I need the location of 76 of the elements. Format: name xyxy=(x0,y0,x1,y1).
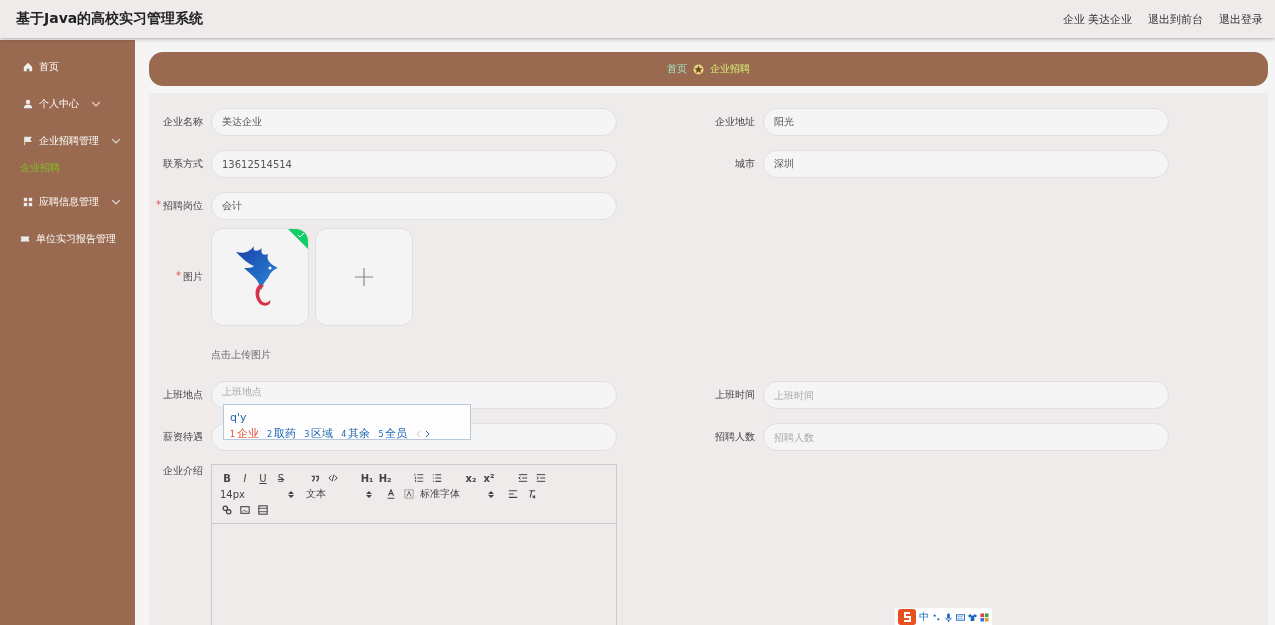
ime-candidate[interactable]: 5 全员 xyxy=(378,426,408,441)
toolbar-button[interactable]: U xyxy=(256,472,270,484)
image-icon[interactable] xyxy=(238,505,252,515)
ime-candidate[interactable]: 4 其余 xyxy=(341,426,371,441)
toolbar-select[interactable]: 标准字体 xyxy=(420,487,494,501)
app-title: 基于Java的高校实习管理系统 xyxy=(16,10,204,28)
shirt-icon[interactable] xyxy=(968,612,977,622)
bullet-list-icon[interactable] xyxy=(430,473,444,483)
toolbar-button[interactable]: S xyxy=(274,472,288,484)
indent-icon[interactable] xyxy=(534,473,548,483)
input-field[interactable]: 美达企业 xyxy=(211,108,617,136)
field-label: 企业地址 xyxy=(714,115,755,129)
toolbar-button[interactable]: I xyxy=(238,472,252,484)
check-badge-icon xyxy=(288,229,308,249)
header-link[interactable]: 退出到前台 xyxy=(1148,11,1203,27)
user-icon xyxy=(23,98,33,109)
input-field[interactable]: 13612514514 xyxy=(211,150,617,178)
field-label: 招聘人数 xyxy=(714,430,755,444)
sidebar-item[interactable]: 个人中心 xyxy=(0,85,135,122)
required-mark: * xyxy=(156,199,161,212)
toolbar-button[interactable]: B xyxy=(220,472,234,484)
breadcrumb-current: 企业招聘 xyxy=(710,62,750,76)
code-icon[interactable] xyxy=(326,473,340,483)
keyboard-icon[interactable] xyxy=(956,612,965,622)
toolbar-button[interactable]: H₂ xyxy=(378,472,392,484)
microphone-icon[interactable] xyxy=(944,612,953,622)
field-label: 企业名称 xyxy=(162,115,203,129)
sort-arrows-icon xyxy=(366,489,372,499)
sort-arrows-icon xyxy=(288,489,294,499)
field-label: 企业介绍 xyxy=(162,464,203,478)
link-icon[interactable] xyxy=(220,505,234,515)
plus-icon xyxy=(355,268,373,286)
pinyin-text: q'y xyxy=(230,411,247,424)
upload-hint: 点击上传图片 xyxy=(211,348,271,362)
field-label: 联系方式 xyxy=(162,157,203,171)
highlight-icon[interactable] xyxy=(402,489,416,499)
apps-icon[interactable] xyxy=(980,612,989,622)
toolbar-button[interactable]: x² xyxy=(482,472,496,484)
sidebar-item[interactable]: 企业招聘管理 xyxy=(0,122,135,159)
ime-mode[interactable]: 中 xyxy=(919,610,929,624)
header-link[interactable]: 企业 美达企业 xyxy=(1062,11,1132,27)
sidebar-item[interactable]: 首页 xyxy=(0,48,135,85)
align-icon[interactable] xyxy=(506,489,520,499)
sort-arrows-icon xyxy=(488,489,494,499)
uploaded-image[interactable] xyxy=(211,228,309,326)
input-field[interactable]: 深圳 xyxy=(763,150,1169,178)
video-icon[interactable] xyxy=(256,505,270,515)
punctuation-icon[interactable] xyxy=(932,612,941,622)
flag-icon xyxy=(23,135,33,146)
toolbar-button[interactable]: H₁ xyxy=(360,472,374,484)
required-mark: * xyxy=(176,270,181,283)
field-label: 城市 xyxy=(734,157,755,171)
input-field[interactable]: 阳光 xyxy=(763,108,1169,136)
toolbar-button[interactable]: x₂ xyxy=(464,472,478,484)
header-link[interactable]: 退出登录 xyxy=(1219,11,1263,27)
field-label: * 图片 xyxy=(175,270,203,284)
ime-candidate[interactable]: 3 区域 xyxy=(304,426,334,441)
toolbar-select[interactable]: 14px xyxy=(220,488,294,500)
sidebar-item[interactable]: 应聘信息管理 xyxy=(0,183,135,220)
field-label: 上班时间 xyxy=(714,388,755,402)
home-icon xyxy=(23,61,33,72)
grid-icon xyxy=(23,196,33,207)
numbered-list-icon[interactable] xyxy=(412,473,426,483)
sidebar-item[interactable]: 单位实习报告管理 xyxy=(0,220,135,257)
toolbar-select[interactable]: 文本 xyxy=(306,487,372,501)
input-field[interactable]: 招聘人数 xyxy=(763,423,1169,451)
field-label: 薪资待遇 xyxy=(162,430,203,444)
field-label: * 招聘岗位 xyxy=(155,199,203,213)
rich-text-editor[interactable]: B I U S H₁ H₂ x₂ x² 14px 文本 标准字体 xyxy=(211,464,617,625)
input-field[interactable]: 会计 xyxy=(211,192,617,220)
ime-logo-icon[interactable] xyxy=(898,609,916,625)
field-label: 上班地点 xyxy=(162,388,203,402)
ime-candidate[interactable]: 2 取药 xyxy=(267,426,297,441)
star-icon xyxy=(693,63,704,75)
ime-candidate[interactable]: 1 企业 xyxy=(230,426,260,441)
outdent-icon[interactable] xyxy=(516,473,530,483)
